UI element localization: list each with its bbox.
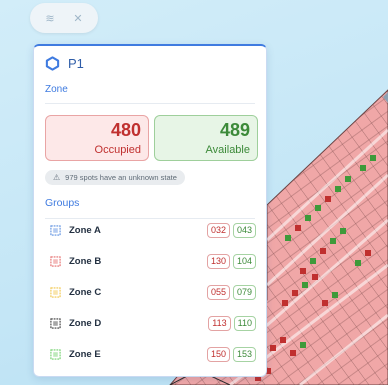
map-toolbar: ≋ ✕: [30, 3, 98, 33]
occupied-count: 480: [110, 120, 141, 140]
unknown-state-text: 979 spots have an unknown state: [65, 173, 177, 182]
zone-available-count: 110: [233, 315, 256, 331]
zone-row[interactable]: Zone A 032 043: [50, 221, 256, 239]
zone-d-icon: [50, 317, 61, 329]
panel-header: P1: [45, 54, 84, 72]
zone-e-icon: [50, 348, 61, 360]
divider: [45, 218, 255, 219]
zone-available-count: 104: [232, 253, 256, 269]
zone-occupied-count: 055: [206, 284, 230, 300]
zone-occupied-count: 032: [206, 222, 230, 238]
layers-button[interactable]: ≋: [38, 6, 62, 30]
groups-label: Groups: [45, 197, 80, 209]
zone-occupied-count: 113: [208, 315, 231, 331]
fullscreen-icon: ✕: [73, 12, 83, 25]
warning-icon: ⚠: [53, 173, 61, 182]
divider: [45, 103, 255, 104]
zone-c-icon: [50, 286, 61, 298]
zone-row[interactable]: Zone B 130 104: [50, 252, 256, 270]
hexagon-icon: [45, 55, 60, 71]
fullscreen-button[interactable]: ✕: [66, 6, 90, 30]
zone-row[interactable]: Zone D 113 110: [50, 314, 256, 332]
zone-available-count: 153: [232, 346, 256, 362]
panel-title: P1: [68, 55, 84, 71]
zone-available-count: 043: [232, 222, 256, 238]
unknown-state-badge: ⚠ 979 spots have an unknown state: [45, 170, 185, 185]
layers-icon: ≋: [45, 12, 55, 25]
zone-name: Zone C: [69, 286, 102, 298]
zone-row[interactable]: Zone C 055 079: [50, 283, 256, 301]
occupied-stat: 480 Occupied: [45, 115, 149, 161]
zone-name: Zone D: [69, 317, 102, 329]
available-label: Available: [205, 144, 250, 156]
zone-a-icon: [50, 224, 61, 236]
zone-name: Zone A: [69, 224, 101, 236]
occupied-label: Occupied: [94, 144, 141, 156]
zone-b-icon: [50, 255, 61, 267]
zone-name: Zone E: [69, 348, 101, 360]
available-count: 489: [219, 120, 250, 140]
parking-info-panel: P1 Zone 480 Occupied 489 Available ⚠ 979…: [33, 44, 267, 377]
zone-name: Zone B: [69, 255, 102, 267]
zone-occupied-count: 150: [206, 346, 230, 362]
zone-label: Zone: [45, 84, 68, 95]
available-stat: 489 Available: [154, 115, 258, 161]
zone-available-count: 079: [232, 284, 256, 300]
zone-row[interactable]: Zone E 150 153: [50, 345, 256, 363]
zone-occupied-count: 130: [206, 253, 230, 269]
